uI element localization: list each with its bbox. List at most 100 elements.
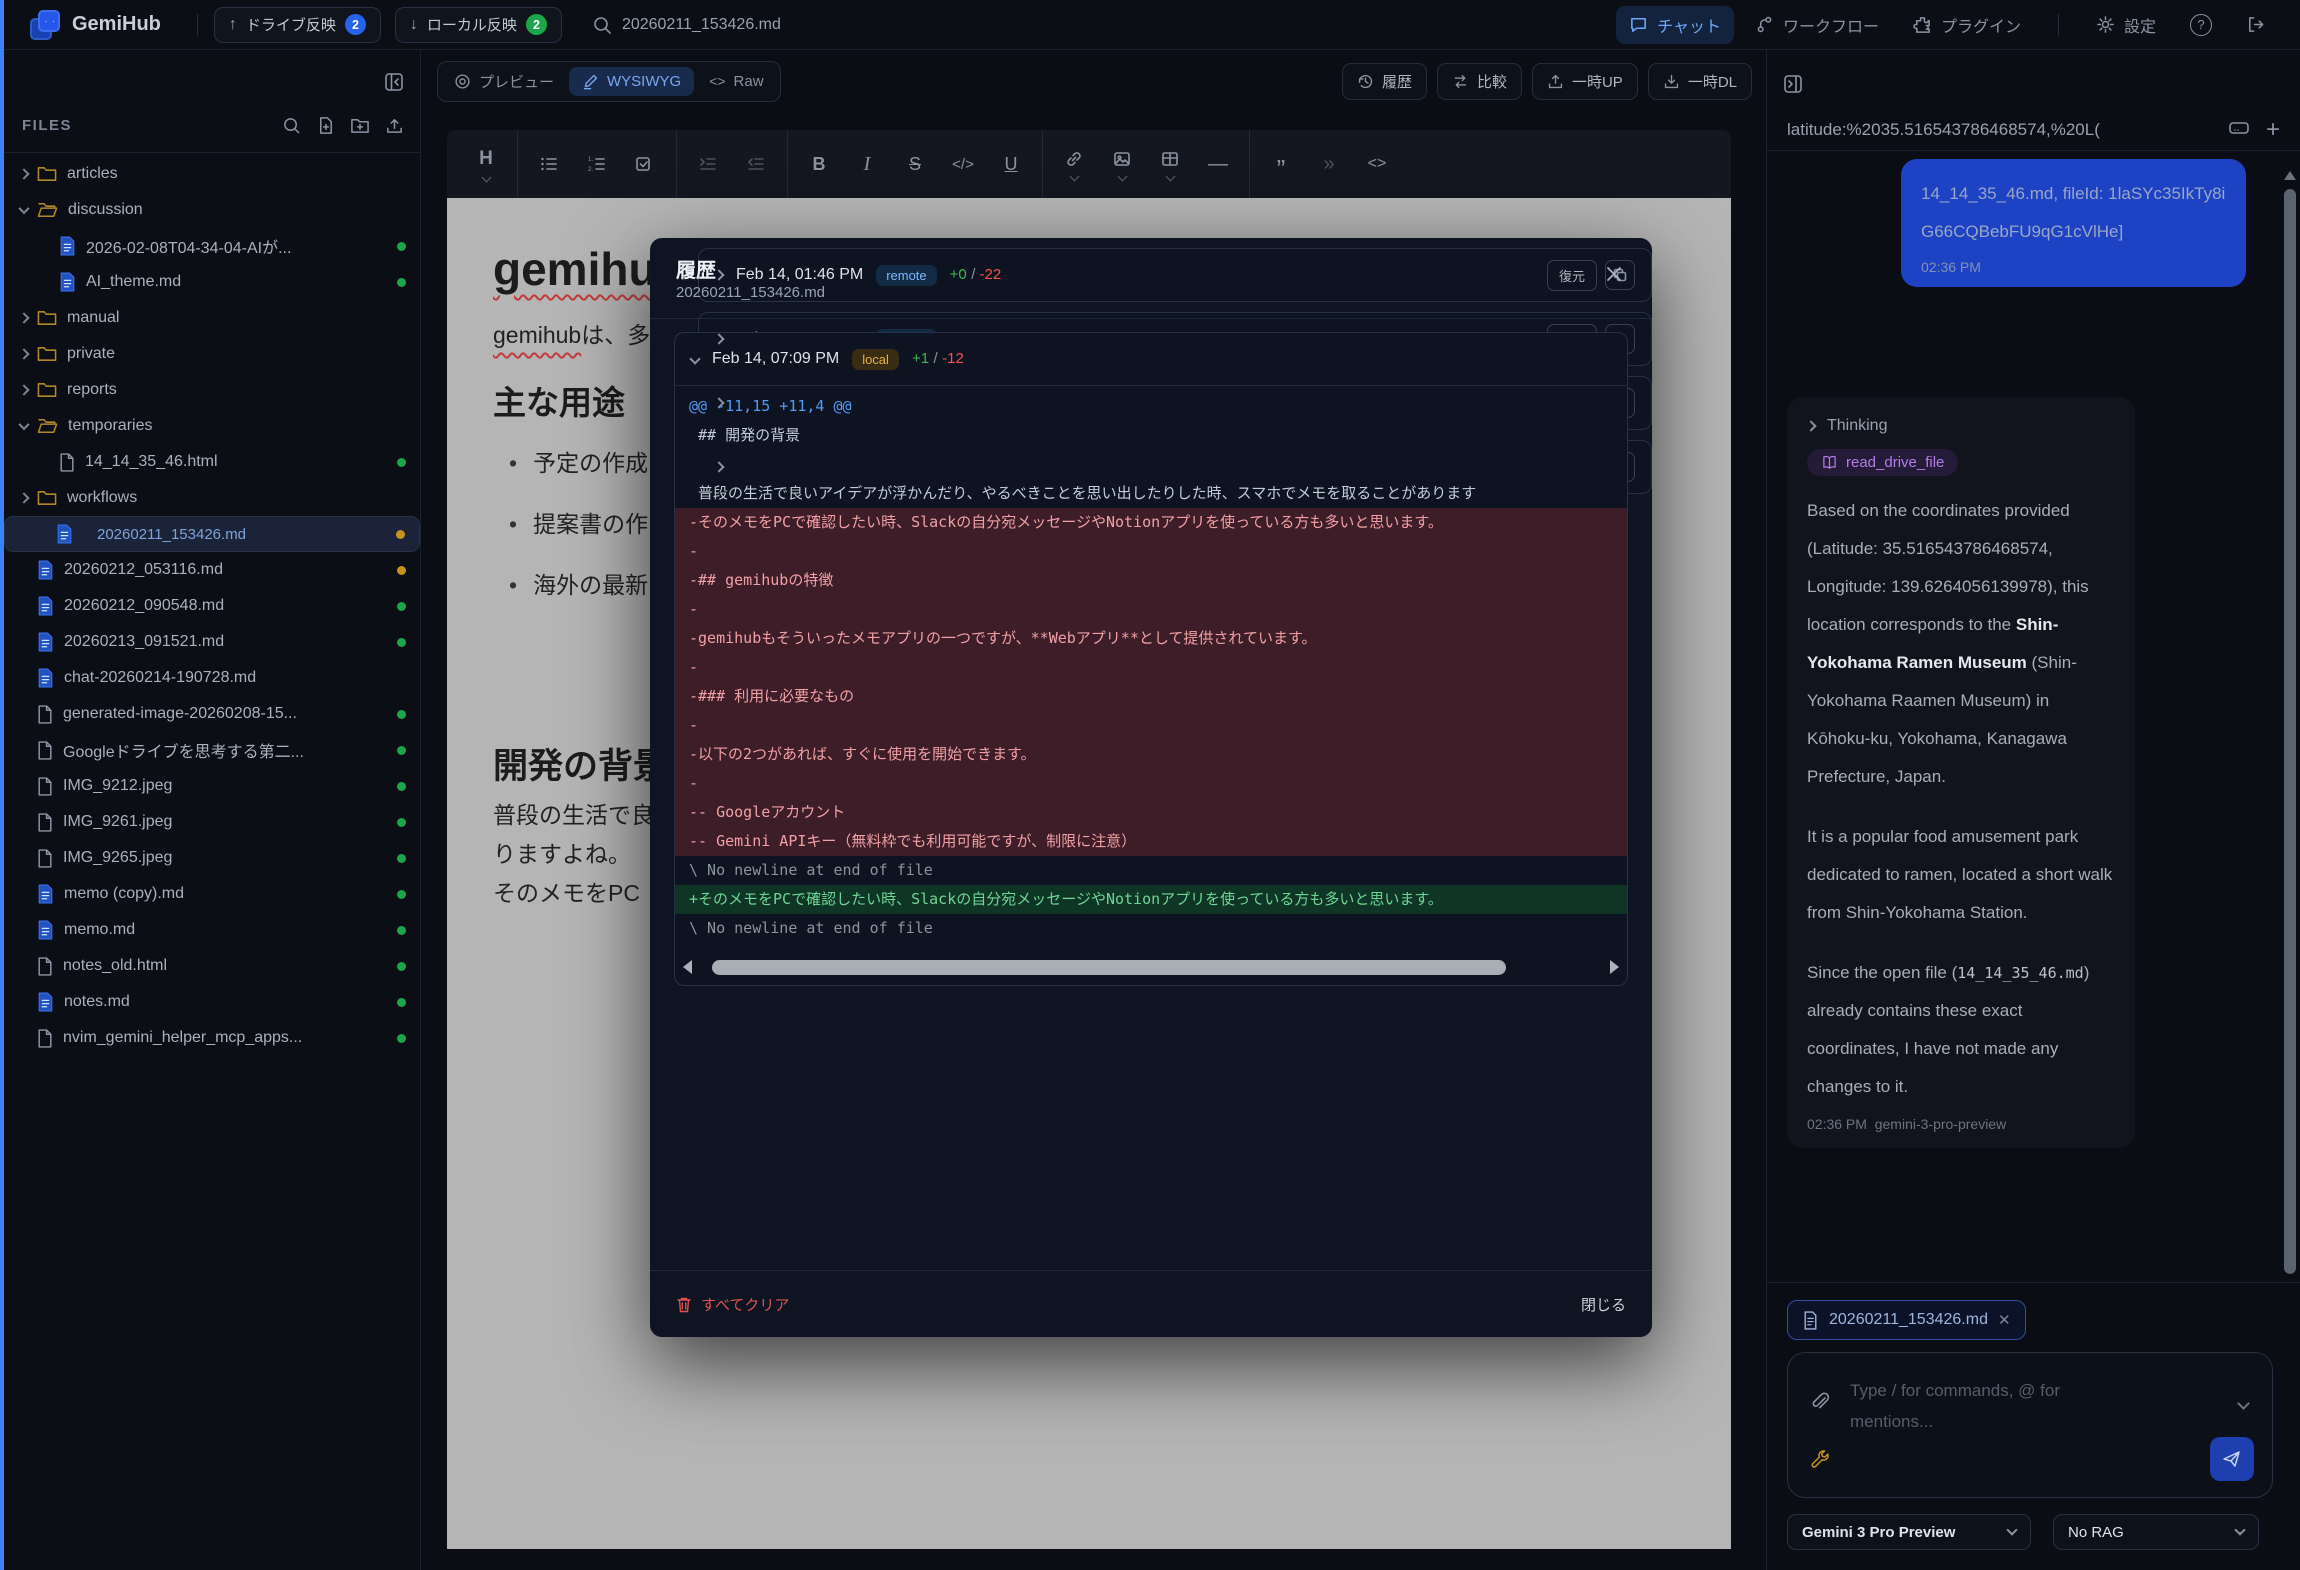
help-button[interactable]: ? (2177, 7, 2225, 43)
file-tree-item[interactable]: private (4, 336, 420, 372)
file-tree-item[interactable]: workflows (4, 480, 420, 516)
scroll-left-icon[interactable] (683, 960, 692, 974)
local-sync-label: ローカル反映 (427, 14, 517, 35)
bullet-list-button[interactable] (528, 138, 570, 190)
code-block-button[interactable]: <> (1356, 138, 1398, 190)
panel-expand-button[interactable] (1779, 70, 1807, 98)
file-tree-item[interactable]: IMG_9265.jpeg (4, 840, 420, 876)
entry-date: Feb 14, 07:09 PM (712, 350, 839, 368)
scrollbar-thumb[interactable] (712, 960, 1506, 975)
global-search[interactable]: 20260211_153426.md (592, 15, 781, 35)
file-tree-item[interactable]: memo.md (4, 912, 420, 948)
tool-call-chip[interactable]: read_drive_file (1807, 449, 1958, 476)
drive-sync-button[interactable]: ↑ ドライブ反映 2 (214, 7, 381, 43)
underline-button[interactable]: U (990, 138, 1032, 190)
send-button[interactable] (2210, 1437, 2254, 1481)
scroll-right-icon[interactable] (1610, 960, 1619, 974)
composer-selects: Gemini 3 Pro Preview No RAG (1787, 1514, 2259, 1550)
file-tree-item[interactable]: articles (4, 156, 420, 192)
temp-download-button[interactable]: 一時DL (1648, 63, 1752, 100)
file-tree-item[interactable]: 20260212_090548.md (4, 588, 420, 624)
file-tree-item[interactable]: 20260213_091521.md (4, 624, 420, 660)
tab-chat[interactable]: チャット (1616, 6, 1734, 44)
file-tree-item[interactable]: chat-20260214-190728.md (4, 660, 420, 696)
ordered-list-button[interactable]: 1.2. (576, 138, 618, 190)
tab-raw[interactable]: <> Raw (696, 67, 776, 96)
file-tree-item[interactable]: Googleドライブを思考する第二... (4, 732, 420, 768)
nested-quote-button[interactable]: » (1308, 138, 1350, 190)
chevron-down-icon[interactable] (2237, 1397, 2250, 1410)
history-entry-header[interactable]: Feb 14, 07:09 PM local +1 / -12 (675, 333, 1627, 385)
scroll-up-icon[interactable] (2284, 171, 2296, 180)
thinking-toggle[interactable]: Thinking (1807, 417, 2115, 435)
file-tree-item[interactable]: generated-image-20260208-15... (4, 696, 420, 732)
new-folder-icon[interactable] (350, 116, 370, 135)
file-tree-item[interactable]: manual (4, 300, 420, 336)
attached-file-chip[interactable]: 20260211_153426.md ✕ (1787, 1300, 2026, 1340)
view-mode-switch: プレビュー WYSIWYG <> Raw (437, 61, 781, 102)
file-search-icon[interactable] (282, 116, 301, 135)
file-tree-item[interactable]: IMG_9261.jpeg (4, 804, 420, 840)
history-button[interactable]: 履歴 (1342, 63, 1427, 100)
heading-button[interactable]: H (465, 138, 507, 190)
new-file-icon[interactable] (316, 116, 335, 135)
tab-workflow[interactable]: ワークフロー (1742, 6, 1892, 44)
horizontal-rule-button[interactable]: — (1197, 138, 1239, 190)
history-entry-header[interactable]: Feb 14, 01:46 PM remote +0 / -22 復元 (699, 249, 1651, 301)
model-select[interactable]: Gemini 3 Pro Preview (1787, 1514, 2031, 1550)
rag-select[interactable]: No RAG (2053, 1514, 2259, 1550)
tab-plugin[interactable]: プラグイン (1900, 6, 2034, 44)
file-tree-item[interactable]: 2026-02-08T04-34-04-AIが... (4, 228, 420, 264)
file-tree-item[interactable]: discussion (4, 192, 420, 228)
file-tree-item[interactable]: notes_old.html (4, 948, 420, 984)
file-tree-item[interactable]: memo (copy).md (4, 876, 420, 912)
sync-status-dot (396, 530, 405, 539)
image-button[interactable] (1101, 138, 1143, 190)
chat-scrollbar-thumb[interactable] (2284, 189, 2296, 1274)
scrollbar-track[interactable] (700, 960, 1602, 975)
restore-button[interactable]: 復元 (1547, 260, 1597, 291)
file-tree-item[interactable]: notes.md (4, 984, 420, 1020)
file-tree-item[interactable]: reports (4, 372, 420, 408)
italic-button[interactable]: I (846, 138, 888, 190)
file-tree-item[interactable]: 20260212_053116.md (4, 552, 420, 588)
file-tree-item[interactable]: AI_theme.md (4, 264, 420, 300)
indent-button[interactable] (687, 138, 729, 190)
chat-input[interactable]: Type / for commands, @ for mentions... (1787, 1352, 2273, 1498)
logout-button[interactable] (2233, 8, 2278, 41)
inline-code-button[interactable]: </> (942, 138, 984, 190)
tab-preview[interactable]: プレビュー (441, 65, 567, 98)
outdent-button[interactable] (735, 138, 777, 190)
compare-button[interactable]: 比較 (1437, 63, 1522, 100)
file-tree-item[interactable]: temporaries (4, 408, 420, 444)
composer-divider (1767, 1282, 2300, 1283)
temp-upload-button[interactable]: 一時UP (1532, 63, 1638, 100)
file-tree-item[interactable]: IMG_9212.jpeg (4, 768, 420, 804)
close-modal-button[interactable]: 閉じる (1581, 1294, 1626, 1315)
file-tree-item[interactable]: nvim_gemini_helper_mcp_apps... (4, 1020, 420, 1056)
strikethrough-button[interactable]: S (894, 138, 936, 190)
settings-button[interactable]: 設定 (2083, 6, 2169, 44)
new-chat-icon[interactable]: + (2266, 120, 2280, 140)
blockquote-button[interactable]: ” (1260, 138, 1302, 190)
link-button[interactable] (1053, 138, 1095, 190)
modal-close-button[interactable] (1600, 260, 1628, 288)
diff-line: - (675, 653, 1627, 682)
file-tree-item[interactable]: 14_14_35_46.html (4, 444, 420, 480)
user-message-time: 02:36 PM (1921, 259, 2226, 275)
remove-attachment-icon[interactable]: ✕ (1998, 1311, 2011, 1329)
attach-icon[interactable] (1808, 1391, 1830, 1420)
tools-wrench-icon[interactable] (1810, 1448, 1832, 1475)
sync-status-dot (397, 458, 406, 467)
task-list-button[interactable] (624, 138, 666, 190)
sidebar-collapse-button[interactable] (380, 68, 408, 96)
table-button[interactable] (1149, 138, 1191, 190)
upload-icon[interactable] (385, 116, 404, 135)
local-sync-button[interactable]: ↓ ローカル反映 2 (395, 7, 562, 43)
drive-icon[interactable] (2228, 118, 2250, 143)
tab-wysiwyg[interactable]: WYSIWYG (569, 67, 694, 96)
bold-button[interactable]: B (798, 138, 840, 190)
clear-all-button[interactable]: すべてクリア (676, 1294, 789, 1315)
file-tree-item[interactable]: 20260211_153426.md (4, 516, 420, 552)
file-type-icon (37, 705, 53, 724)
